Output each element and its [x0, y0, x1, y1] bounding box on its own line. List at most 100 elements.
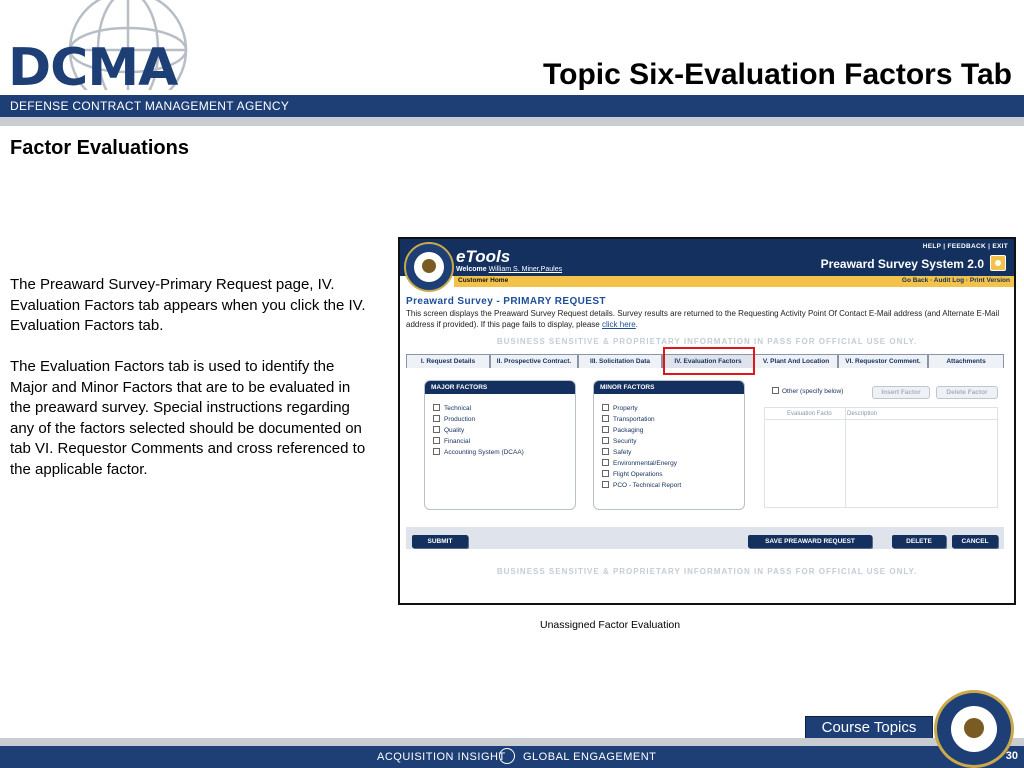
checkbox[interactable]	[602, 415, 609, 422]
checkbox[interactable]	[433, 426, 440, 433]
insert-factor-button[interactable]: Insert Factor	[872, 386, 930, 399]
major-factors-panel: MAJOR FACTORS Technical Production Quali…	[424, 380, 576, 510]
footer-divider	[0, 738, 1024, 746]
customer-home-link[interactable]: Customer Home	[458, 277, 508, 284]
sensitivity-banner-top: BUSINESS SENSITIVE & PROPRIETARY INFORMA…	[496, 337, 918, 346]
delete-factor-button[interactable]: Delete Factor	[936, 386, 998, 399]
major-factor-item[interactable]: Financial	[433, 437, 524, 448]
minor-factors-title: MINOR FACTORS	[594, 381, 744, 394]
tab-solicitation-data[interactable]: III. Solicitation Data	[578, 354, 662, 368]
course-topics-button[interactable]: Course Topics	[805, 716, 933, 740]
factor-table-header: Evaluation Facto Description	[765, 408, 997, 420]
slide-title: Topic Six-Evaluation Factors Tab	[543, 58, 1012, 91]
factor-label: Safety	[613, 449, 632, 456]
minor-factor-item[interactable]: Property	[602, 404, 681, 415]
checkbox[interactable]	[772, 387, 779, 394]
dcma-seal-icon	[934, 690, 1014, 768]
factor-label: Transportation	[613, 416, 655, 423]
factor-label: Production	[444, 416, 476, 423]
etools-screenshot: eTools Welcome William S. Miner,Paules H…	[398, 237, 1016, 605]
checkbox[interactable]	[602, 448, 609, 455]
checkbox[interactable]	[602, 481, 609, 488]
eagle-icon	[422, 259, 436, 273]
checkbox[interactable]	[602, 459, 609, 466]
factor-table: Evaluation Facto Description	[764, 407, 998, 508]
intro-paragraph: The Preaward Survey-Primary Request page…	[10, 276, 366, 334]
etools-logo: eTools	[456, 247, 511, 266]
minor-factor-item[interactable]: Packaging	[602, 426, 681, 437]
checkbox[interactable]	[433, 415, 440, 422]
submit-button[interactable]: SUBMIT	[412, 535, 468, 548]
footer-tagline-left: ACQUISITION INSIGHT	[377, 751, 506, 763]
column-description: Description	[847, 411, 878, 417]
minor-factors-panel: MINOR FACTORS Property Transportation Pa…	[593, 380, 745, 510]
major-factor-item[interactable]: Production	[433, 415, 524, 426]
click-here-link[interactable]: click here	[602, 320, 636, 329]
minor-factor-item[interactable]: Environmental/Energy	[602, 459, 681, 470]
checkbox[interactable]	[433, 448, 440, 455]
factor-label: Environmental/Energy	[613, 460, 677, 467]
description-end: .	[635, 320, 638, 329]
page-description: This screen displays the Preaward Survey…	[406, 308, 1006, 330]
user-name-link[interactable]: William S. Miner,Paules	[489, 266, 563, 273]
checkbox[interactable]	[602, 470, 609, 477]
page-heading: Preaward Survey - PRIMARY REQUEST	[406, 296, 606, 307]
active-tab-highlight	[663, 347, 755, 375]
footer-bar: ACQUISITION INSIGHT GLOBAL ENGAGEMENT 30	[0, 746, 1024, 768]
factor-label: Packaging	[613, 427, 644, 434]
footer-tagline-right: GLOBAL ENGAGEMENT	[523, 751, 657, 763]
factor-label: Security	[613, 438, 637, 445]
section-heading: Factor Evaluations	[10, 137, 189, 159]
system-icon	[990, 255, 1006, 271]
minor-factor-item[interactable]: Transportation	[602, 415, 681, 426]
description-text: This screen displays the Preaward Survey…	[406, 309, 1000, 329]
major-factor-item[interactable]: Technical	[433, 404, 524, 415]
other-factor-option[interactable]: Other (specify below)	[772, 387, 843, 395]
nav-bar: Customer Home Go Back · Audit Log · Prin…	[454, 276, 1014, 287]
factor-label: Technical	[444, 405, 472, 412]
tab-attachments[interactable]: Attachments	[928, 354, 1004, 368]
tab-plant-and-location[interactable]: V. Plant And Location	[754, 354, 838, 368]
globe-icon	[499, 748, 515, 764]
major-factor-item[interactable]: Accounting System (DCAA)	[433, 448, 524, 459]
top-links[interactable]: HELP | FEEDBACK | EXIT	[923, 243, 1008, 250]
minor-factor-item[interactable]: Security	[602, 437, 681, 448]
minor-factor-item[interactable]: PCO - Technical Report	[602, 481, 681, 492]
delete-button[interactable]: DELETE	[892, 535, 946, 548]
factor-label: Quality	[444, 427, 465, 434]
dod-seal-icon	[404, 242, 454, 292]
save-preaward-request-button[interactable]: SAVE PREAWARD REQUEST	[748, 535, 872, 548]
checkbox[interactable]	[602, 426, 609, 433]
dcma-logo: DCMA	[8, 38, 178, 98]
minor-factor-item[interactable]: Flight Operations	[602, 470, 681, 481]
sensitivity-banner-bottom: BUSINESS SENSITIVE & PROPRIETARY INFORMA…	[496, 567, 918, 576]
etools-header: eTools Welcome William S. Miner,Paules H…	[400, 239, 1014, 276]
factor-label: PCO - Technical Report	[613, 482, 682, 489]
major-factors-title: MAJOR FACTORS	[425, 381, 575, 394]
major-factor-item[interactable]: Quality	[433, 426, 524, 437]
major-factors-list: Technical Production Quality Financial A…	[433, 404, 524, 459]
page-number: 30	[1005, 750, 1018, 762]
minor-factors-list: Property Transportation Packaging Securi…	[602, 404, 681, 492]
column-evaluation-factor: Evaluation Facto	[787, 411, 832, 417]
system-name: Preaward Survey System 2.0	[820, 257, 984, 271]
checkbox[interactable]	[602, 437, 609, 444]
cancel-button[interactable]: CANCEL	[952, 535, 998, 548]
header-divider	[0, 117, 1024, 126]
nav-links[interactable]: Go Back · Audit Log · Print Version	[902, 277, 1010, 284]
tab-request-details[interactable]: I. Request Details	[406, 354, 490, 368]
other-label: Other (specify below)	[782, 388, 844, 395]
tab-prospective-contract[interactable]: II. Prospective Contract.	[490, 354, 578, 368]
factor-label: Accounting System (DCAA)	[444, 449, 524, 456]
checkbox[interactable]	[602, 404, 609, 411]
agency-name: DEFENSE CONTRACT MANAGEMENT AGENCY	[10, 99, 290, 113]
checkbox[interactable]	[433, 404, 440, 411]
tab-requestor-comment[interactable]: VI. Requestor Comment.	[838, 354, 928, 368]
minor-factor-item[interactable]: Safety	[602, 448, 681, 459]
factor-label: Property	[613, 405, 638, 412]
column-divider	[845, 408, 846, 507]
welcome-text: Welcome William S. Miner,Paules	[456, 266, 562, 273]
agency-banner: DEFENSE CONTRACT MANAGEMENT AGENCY	[0, 95, 1024, 117]
checkbox[interactable]	[433, 437, 440, 444]
factor-label: Flight Operations	[613, 471, 663, 478]
